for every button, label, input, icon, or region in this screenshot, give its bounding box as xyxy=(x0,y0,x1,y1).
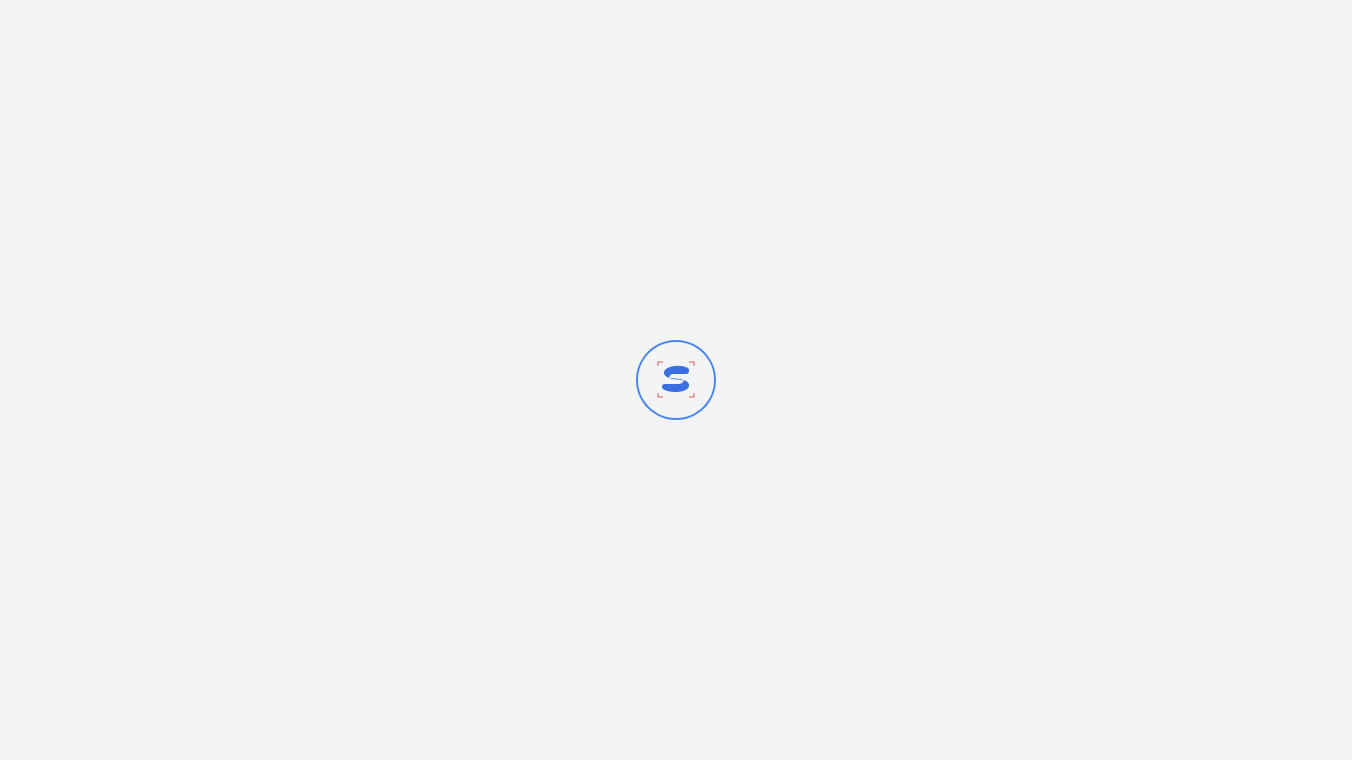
loading-screen xyxy=(0,0,1352,760)
brand-s-logo-icon xyxy=(655,360,697,400)
